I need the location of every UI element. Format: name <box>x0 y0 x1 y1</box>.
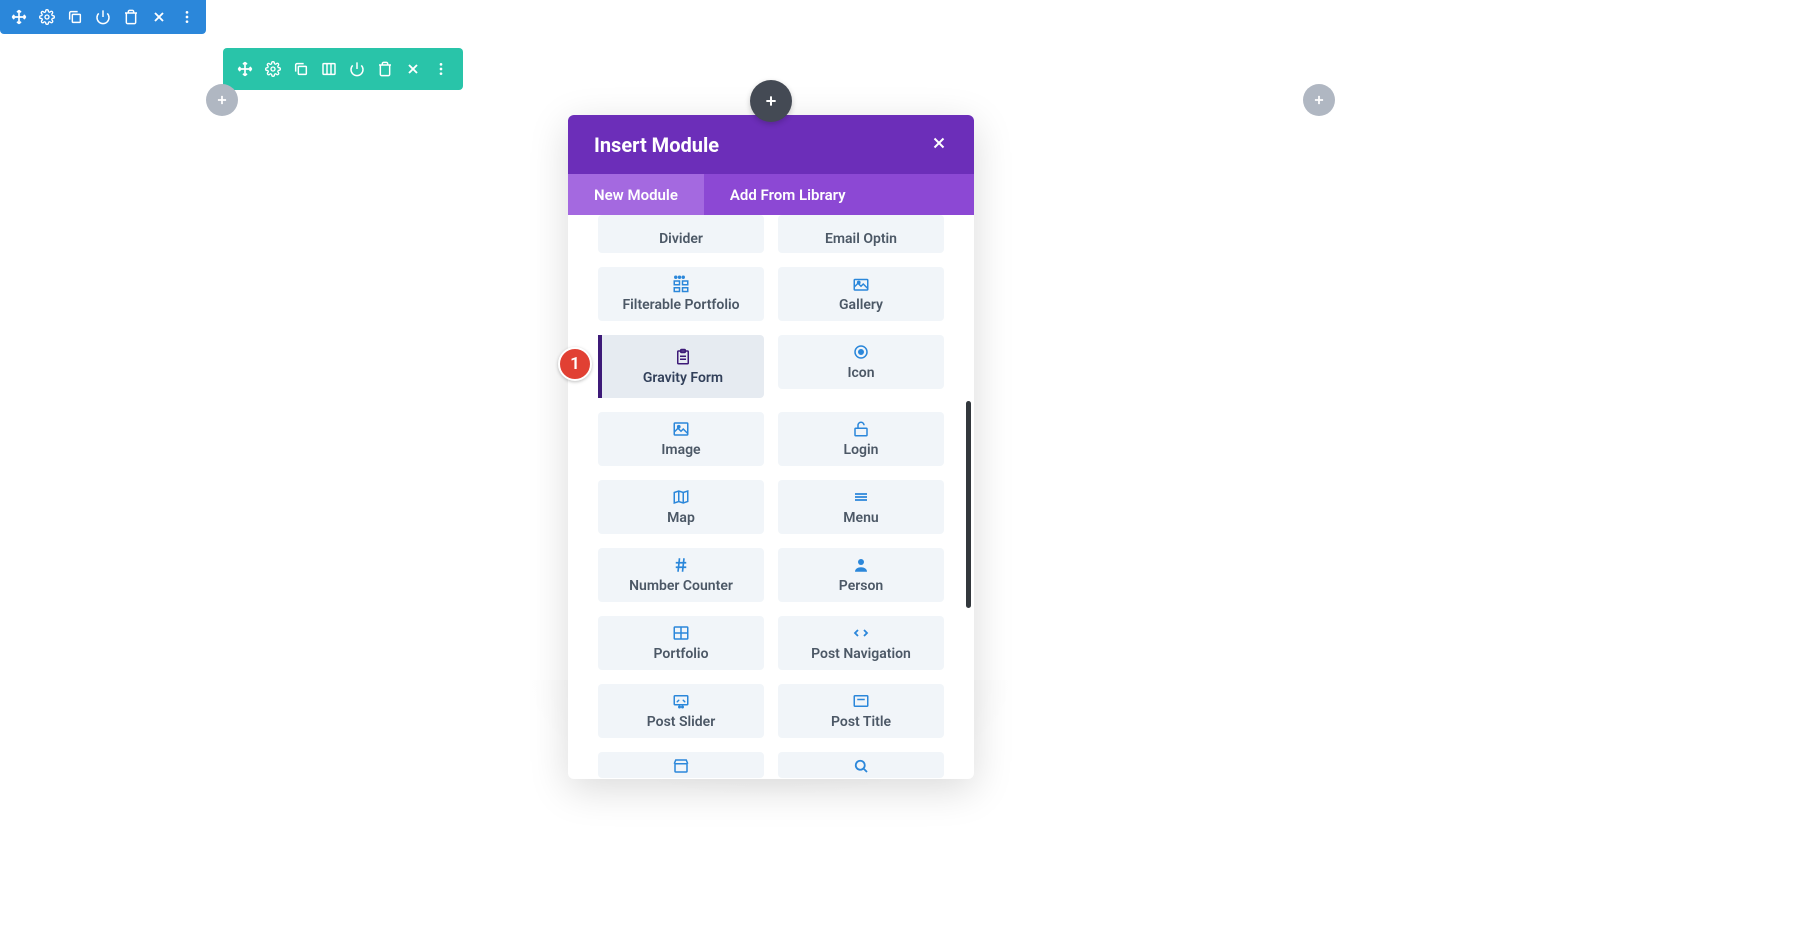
more-icon[interactable] <box>173 6 201 28</box>
module-label: Gallery <box>839 297 883 313</box>
module-email-optin[interactable]: Email Optin <box>778 215 944 253</box>
module-post-slider[interactable]: Post Slider <box>598 684 764 738</box>
module-label: Number Counter <box>629 578 733 594</box>
modal-title: Insert Module <box>594 133 719 157</box>
module-post-title[interactable]: Post Title <box>778 684 944 738</box>
module-login[interactable]: Login <box>778 412 944 466</box>
module-label: Icon <box>847 365 874 381</box>
trash-icon[interactable] <box>371 58 399 80</box>
module-icon[interactable]: Icon <box>778 335 944 389</box>
move-icon[interactable] <box>231 58 259 80</box>
scrollbar-thumb[interactable] <box>966 401 971 608</box>
module-label: Gravity Form <box>643 370 723 386</box>
columns-icon[interactable] <box>315 58 343 80</box>
modal-header: Insert Module <box>568 115 974 174</box>
module-grid: Divider Email Optin Filterable Portfolio… <box>598 215 944 778</box>
nav-arrows-icon <box>852 624 870 642</box>
person-icon <box>852 556 870 574</box>
duplicate-icon[interactable] <box>287 58 315 80</box>
tab-new-module[interactable]: New Module <box>568 174 704 215</box>
module-number-counter[interactable]: Number Counter <box>598 548 764 602</box>
module-next-left[interactable] <box>598 752 764 778</box>
add-module-left-button[interactable] <box>206 84 238 116</box>
module-gravity-form[interactable]: Gravity Form <box>598 335 764 398</box>
title-icon <box>852 692 870 710</box>
map-icon <box>672 488 690 506</box>
tab-add-from-library[interactable]: Add From Library <box>704 174 974 215</box>
hash-icon <box>672 556 690 574</box>
module-label: Person <box>839 578 883 594</box>
module-label: Map <box>667 510 695 526</box>
more-icon[interactable] <box>427 58 455 80</box>
grid-icon <box>672 624 690 642</box>
menu-icon <box>852 488 870 506</box>
module-person[interactable]: Person <box>778 548 944 602</box>
module-label: Post Title <box>831 714 891 730</box>
module-menu[interactable]: Menu <box>778 480 944 534</box>
modal-body: Divider Email Optin Filterable Portfolio… <box>568 215 974 779</box>
step-marker: 1 <box>558 347 592 381</box>
section-toolbar <box>0 0 206 34</box>
slider-icon <box>672 692 690 710</box>
insert-module-modal: Insert Module New Module Add From Librar… <box>568 115 974 779</box>
module-post-navigation[interactable]: Post Navigation <box>778 616 944 670</box>
module-filterable-portfolio[interactable]: Filterable Portfolio <box>598 267 764 321</box>
module-image[interactable]: Image <box>598 412 764 466</box>
close-icon[interactable] <box>399 58 427 80</box>
clipboard-icon <box>674 348 692 366</box>
module-label: Image <box>661 442 700 458</box>
module-label: Post Navigation <box>811 646 911 662</box>
modal-tabs: New Module Add From Library <box>568 174 974 215</box>
power-icon[interactable] <box>343 58 371 80</box>
module-next-right[interactable] <box>778 752 944 778</box>
module-gallery[interactable]: Gallery <box>778 267 944 321</box>
module-map[interactable]: Map <box>598 480 764 534</box>
gear-icon[interactable] <box>259 58 287 80</box>
module-portfolio[interactable]: Portfolio <box>598 616 764 670</box>
image-stack-icon <box>852 275 870 293</box>
module-label: Email Optin <box>825 231 897 247</box>
module-label: Post Slider <box>647 714 715 730</box>
move-icon[interactable] <box>5 6 33 28</box>
row-toolbar <box>223 48 463 90</box>
module-label: Divider <box>659 231 703 247</box>
shop-icon <box>672 757 690 775</box>
module-label: Portfolio <box>654 646 709 662</box>
close-icon[interactable] <box>930 133 948 157</box>
module-label: Menu <box>843 510 878 526</box>
module-label: Login <box>844 442 879 458</box>
module-label: Filterable Portfolio <box>622 297 739 313</box>
module-divider[interactable]: Divider <box>598 215 764 253</box>
add-module-right-button[interactable] <box>1303 84 1335 116</box>
power-icon[interactable] <box>89 6 117 28</box>
unlock-icon <box>852 420 870 438</box>
trash-icon[interactable] <box>117 6 145 28</box>
target-icon <box>852 343 870 361</box>
close-icon[interactable] <box>145 6 173 28</box>
grid-filter-icon <box>672 275 690 293</box>
gear-icon[interactable] <box>33 6 61 28</box>
add-module-floating-button[interactable] <box>750 80 792 122</box>
image-icon <box>672 420 690 438</box>
duplicate-icon[interactable] <box>61 6 89 28</box>
search-icon <box>852 757 870 775</box>
